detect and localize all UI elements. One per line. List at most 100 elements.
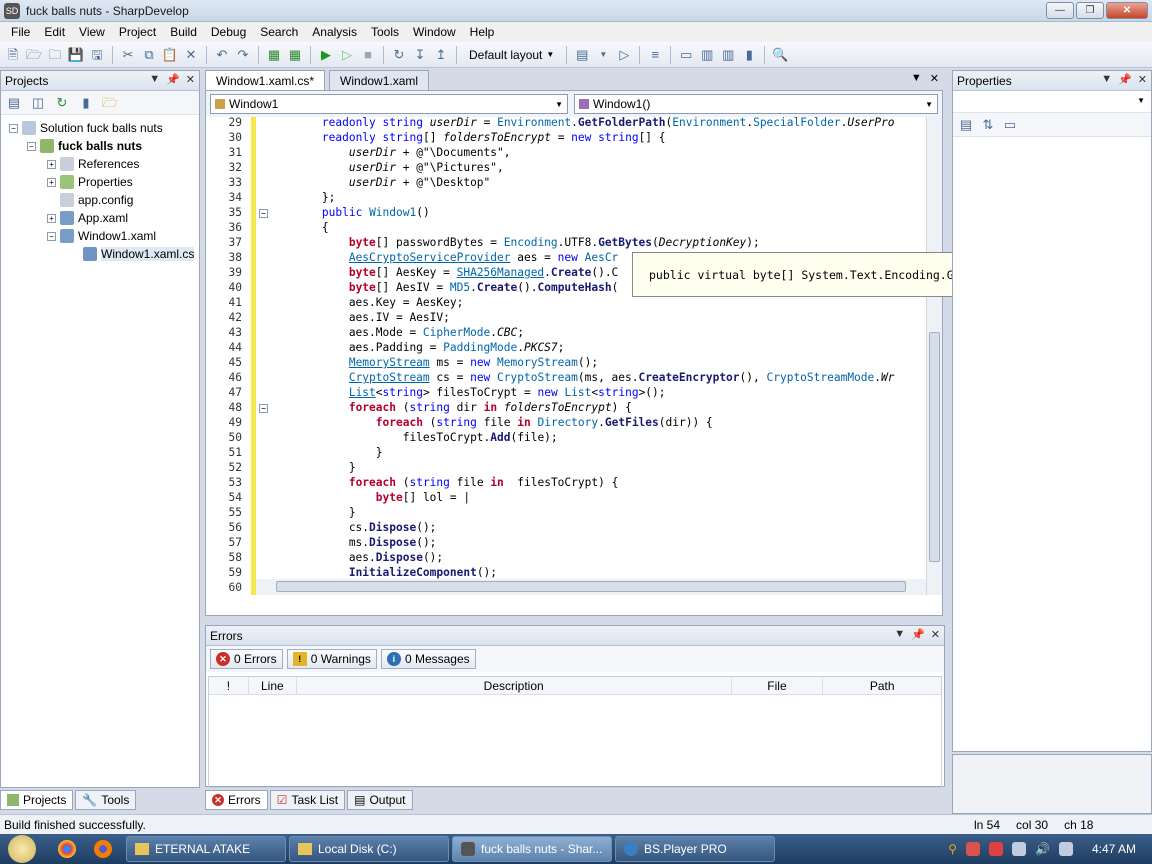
- menu-analysis[interactable]: Analysis: [305, 25, 364, 39]
- menu-window[interactable]: Window: [406, 25, 463, 39]
- chrome-icon[interactable]: [58, 840, 76, 858]
- stop-icon[interactable]: ■: [359, 46, 377, 64]
- open-solution-icon[interactable]: 🗀: [46, 46, 64, 64]
- menu-file[interactable]: File: [4, 25, 37, 39]
- messages-filter-button[interactable]: i 0 Messages: [380, 649, 476, 669]
- save-all-icon[interactable]: 🖫: [88, 46, 106, 64]
- tab-task-list[interactable]: ☑ Task List: [269, 790, 346, 810]
- tray-app-icon[interactable]: [1058, 842, 1073, 856]
- tree-item-window1-xaml[interactable]: − Window1.xaml: [1, 227, 199, 245]
- errors-filter-button[interactable]: ✕ 0 Errors: [210, 649, 283, 669]
- object-dropdown[interactable]: ▼: [953, 91, 1151, 113]
- taskbar-item-sharpdevelop[interactable]: fuck balls nuts - Shar...: [452, 836, 612, 862]
- column-header-severity[interactable]: !: [209, 677, 249, 694]
- document-list-icon[interactable]: ▼: [911, 72, 922, 85]
- tab-errors[interactable]: ✕ Errors: [205, 790, 268, 810]
- sort-alphabetical-icon[interactable]: ⇅: [979, 116, 997, 134]
- horizontal-scrollbar[interactable]: [256, 579, 926, 595]
- panel-menu-icon[interactable]: ▼: [149, 73, 160, 86]
- tab-output[interactable]: ▤ Output: [347, 790, 413, 810]
- copy-icon[interactable]: ⧉: [140, 46, 158, 64]
- column-header-description[interactable]: Description: [297, 677, 732, 694]
- clear-bookmarks-icon[interactable]: ▮: [740, 46, 758, 64]
- paste-icon[interactable]: 📋: [161, 46, 179, 64]
- expand-icon[interactable]: +: [47, 213, 56, 223]
- panel-menu-icon[interactable]: ▼: [894, 628, 905, 641]
- close-panel-icon[interactable]: ✕: [186, 73, 195, 86]
- expand-icon[interactable]: +: [47, 177, 56, 187]
- menu-project[interactable]: Project: [112, 25, 163, 39]
- pin-icon[interactable]: 📌: [1118, 73, 1132, 86]
- warnings-filter-button[interactable]: ! 0 Warnings: [286, 649, 377, 669]
- minimize-button[interactable]: —: [1046, 2, 1074, 19]
- tree-item-references[interactable]: + References: [1, 155, 199, 173]
- menu-edit[interactable]: Edit: [37, 25, 72, 39]
- navigate-icon[interactable]: ▤: [573, 46, 591, 64]
- save-icon[interactable]: 💾: [67, 46, 85, 64]
- add-folder-icon[interactable]: 🗁: [101, 94, 119, 112]
- maximize-button[interactable]: ❐: [1076, 2, 1104, 19]
- fold-collapse-icon[interactable]: −: [259, 404, 268, 413]
- column-header-path[interactable]: Path: [823, 677, 941, 694]
- class-dropdown[interactable]: Window1 ▼: [210, 94, 568, 114]
- collapse-icon[interactable]: −: [9, 123, 18, 133]
- undo-icon[interactable]: ↶: [213, 46, 231, 64]
- column-header-line[interactable]: Line: [249, 677, 297, 694]
- action-center-icon[interactable]: [989, 842, 1004, 856]
- volume-icon[interactable]: 🔊: [1035, 842, 1050, 856]
- menu-build[interactable]: Build: [163, 25, 204, 39]
- tree-item-app-xaml[interactable]: + App.xaml: [1, 209, 199, 227]
- bookmark-icon[interactable]: ▭: [677, 46, 695, 64]
- collapse-icon[interactable]: −: [27, 141, 36, 151]
- fold-collapse-icon[interactable]: −: [259, 209, 268, 218]
- taskbar-item-local-disk[interactable]: Local Disk (C:): [289, 836, 449, 862]
- categorized-icon[interactable]: ▤: [957, 116, 975, 134]
- navigate-back-icon[interactable]: ▷: [615, 46, 633, 64]
- step-into-icon[interactable]: ↧: [411, 46, 429, 64]
- navigate-dropdown-icon[interactable]: ▼: [594, 46, 612, 64]
- pin-icon[interactable]: 📌: [911, 628, 925, 641]
- tree-item-properties[interactable]: + Properties: [1, 173, 199, 191]
- code-area[interactable]: 29 readonly string userDir = Environment…: [206, 117, 942, 595]
- menu-help[interactable]: Help: [463, 25, 502, 39]
- redo-icon[interactable]: ↷: [234, 46, 252, 64]
- scrollbar-thumb[interactable]: [276, 581, 906, 592]
- tab-tools[interactable]: 🔧 Tools: [75, 790, 137, 810]
- menu-debug[interactable]: Debug: [204, 25, 253, 39]
- run-icon[interactable]: ▶: [317, 46, 335, 64]
- pin-icon[interactable]: 📌: [166, 73, 180, 86]
- show-all-files-icon[interactable]: ▮: [77, 94, 95, 112]
- search-tray-icon[interactable]: ⚲: [948, 842, 957, 856]
- project-properties-icon[interactable]: ▤: [5, 94, 23, 112]
- collapse-all-icon[interactable]: ◫: [29, 94, 47, 112]
- tree-item-app-config[interactable]: app.config: [1, 191, 199, 209]
- expand-icon[interactable]: +: [47, 159, 56, 169]
- open-folder-icon[interactable]: 🗁: [25, 46, 43, 64]
- indent-icon[interactable]: ≡: [646, 46, 664, 64]
- menu-search[interactable]: Search: [253, 25, 305, 39]
- run-without-debugger-icon[interactable]: ▷: [338, 46, 356, 64]
- close-panel-icon[interactable]: ✕: [931, 628, 940, 641]
- close-panel-icon[interactable]: ✕: [1138, 73, 1147, 86]
- refresh-icon[interactable]: ↻: [53, 94, 71, 112]
- menu-view[interactable]: View: [72, 25, 112, 39]
- vertical-scrollbar[interactable]: [926, 117, 942, 595]
- column-header-file[interactable]: File: [732, 677, 824, 694]
- collapse-icon[interactable]: −: [47, 231, 56, 241]
- step-out-icon[interactable]: ↥: [432, 46, 450, 64]
- new-file-icon[interactable]: 🗎: [4, 46, 22, 64]
- taskbar-item-eternal-atake[interactable]: ETERNAL ATAKE: [126, 836, 286, 862]
- previous-bookmark-icon[interactable]: ▥: [698, 46, 716, 64]
- step-over-icon[interactable]: ↻: [390, 46, 408, 64]
- tab-projects[interactable]: Projects: [0, 790, 74, 810]
- close-button[interactable]: ✕: [1106, 2, 1148, 19]
- next-bookmark-icon[interactable]: ▥: [719, 46, 737, 64]
- find-icon[interactable]: 🔍: [771, 46, 789, 64]
- firefox-icon[interactable]: [94, 840, 112, 858]
- property-pages-icon[interactable]: ▭: [1001, 116, 1019, 134]
- tree-item-project[interactable]: − fuck balls nuts: [1, 137, 199, 155]
- start-button[interactable]: [0, 834, 44, 864]
- cut-icon[interactable]: ✂: [119, 46, 137, 64]
- rebuild-icon[interactable]: ▦: [286, 46, 304, 64]
- tab-window1-xaml-cs[interactable]: Window1.xaml.cs*: [205, 70, 326, 90]
